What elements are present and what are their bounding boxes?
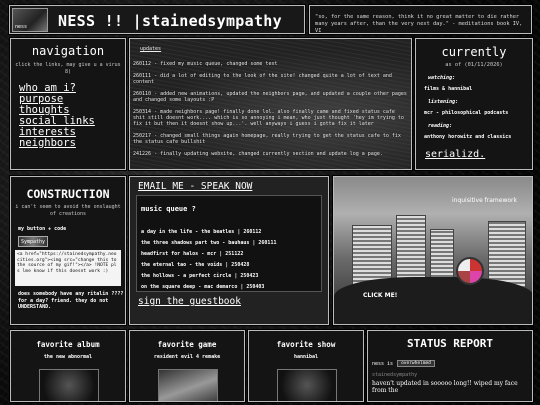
email-link[interactable]: EMAIL ME - SPEAK NOW <box>138 181 328 192</box>
watching-label: watching: <box>428 75 456 81</box>
site-button-text: Sympathy <box>20 238 46 245</box>
ground-shape <box>334 277 532 324</box>
music-queue-title: music queue ? <box>141 205 196 213</box>
listening-label: listening: <box>428 99 459 105</box>
music-queue-item: headfirst for halos - mcr | 251122 <box>141 251 244 257</box>
construction-note: does somebody have any ritalin ???? for … <box>18 291 124 310</box>
watching-value: films & hannibal <box>424 86 473 92</box>
currently-panel: currently as of (01/11/2026) watching: f… <box>414 37 534 171</box>
updates-log: 260112 - fixed my music queue, changed s… <box>133 61 407 163</box>
favorite-show-name: hannibal <box>293 354 319 360</box>
update-entry: 241226 - finally updating website, chang… <box>133 151 383 157</box>
click-me-label[interactable]: CLICK ME! <box>363 292 397 299</box>
update-entry: 250217 - changed small things again home… <box>133 133 401 145</box>
favorite-show-panel: favorite show hannibal <box>247 329 365 403</box>
game-cover-image <box>158 369 218 401</box>
button-code-textarea[interactable]: <a href="https://stainedsympathy.neociti… <box>15 250 121 286</box>
update-entry: 260111 - did a lot of editing to the loo… <box>133 73 392 85</box>
music-queue-item: the three shadows part two - bauhaus | 2… <box>141 240 277 246</box>
status-row: ness is overwhelmed <box>372 360 532 367</box>
construction-panel: CONSTRUCTION i can't seem to avoid the o… <box>9 175 127 326</box>
status-report-title: STATUS REPORT <box>406 337 494 350</box>
serializd-link[interactable]: serializd. <box>425 149 532 160</box>
quote-box: "so, for the same reason, think it no gr… <box>308 4 533 35</box>
favorite-game-title: favorite game <box>157 340 217 349</box>
music-queue-item: a day in the life - the beatles | 260112 <box>141 229 262 235</box>
updates-panel[interactable]: updates 260112 - fixed my music queue, c… <box>128 37 413 171</box>
listening-value: mcr - philosophical podcasts <box>424 110 509 116</box>
building-shape <box>430 229 454 284</box>
currently-title: currently <box>441 45 507 59</box>
nav-link-neighbors[interactable]: neighbors <box>19 138 125 149</box>
favorite-album-panel: favorite album the new abnormal <box>9 329 127 403</box>
reading-label: reading: <box>428 123 453 129</box>
floating-badge-icon <box>456 257 484 285</box>
image-caption: inquisitive framework <box>451 197 517 204</box>
music-queue-box[interactable]: music queue ? a day in the life - the be… <box>136 195 322 292</box>
site-button-image[interactable]: Sympathy <box>18 236 48 247</box>
status-handle[interactable]: stainedsympathy <box>372 372 532 378</box>
update-entry: 260110 - added new animations, updated t… <box>133 91 407 103</box>
header-thumbnail-label: ness <box>15 24 28 30</box>
inquisitive-framework-image[interactable]: inquisitive framework CLICK ME! <box>332 175 534 326</box>
header-thumbnail-image: ness <box>12 8 48 32</box>
music-queue-item: on the square deep - mac demarco | 25040… <box>141 284 265 290</box>
music-queue-item: the hollows - a perfect circle | 250423 <box>141 273 259 279</box>
button-code-label: my button + code <box>18 226 67 232</box>
reading-value: anthony horowitz and classics <box>424 134 512 140</box>
navigation-links: who am i? purpose thoughts social links … <box>19 83 125 149</box>
navigation-subtitle: click the links, may give u a virus 8) <box>15 62 121 75</box>
status-prefix: ness is <box>372 360 394 367</box>
favorite-game-panel: favorite game resident evil 4 remake <box>128 329 246 403</box>
album-cover-image <box>39 369 99 401</box>
currently-date: as of (01/11/2026) <box>445 62 503 68</box>
music-queue-list: a day in the life - the beatles | 260112… <box>141 227 321 293</box>
status-message: haven't updated in sooooo long!! wiped m… <box>372 380 518 394</box>
status-report-panel: STATUS REPORT ness is overwhelmed staine… <box>366 329 534 403</box>
construction-title: CONSTRUCTION <box>26 187 110 201</box>
navigation-title: navigation <box>31 44 105 58</box>
guestbook-link[interactable]: sign the guestbook <box>138 296 241 307</box>
favorite-album-name: the new abnormal <box>43 354 93 360</box>
favorite-game-name: resident evil 4 remake <box>153 354 221 360</box>
quote-text: "so, for the same reason, think it no gr… <box>315 14 523 34</box>
music-panel: EMAIL ME - SPEAK NOW music queue ? a day… <box>128 175 330 326</box>
site-header: ness NESS !! |stainedsympathy <box>8 4 306 35</box>
construction-subtitle: i can't seem to avoid the onslaught of c… <box>15 204 121 217</box>
site-title: NESS !! |stainedsympathy <box>58 12 282 30</box>
status-mood-badge: overwhelmed <box>397 360 435 367</box>
navigation-panel: navigation click the links, may give u a… <box>9 37 127 171</box>
music-queue-item: the eternal tao - the voids | 250428 <box>141 262 250 268</box>
building-shape <box>352 225 392 285</box>
update-entry: 250314 - made neighbors page! finally do… <box>133 109 404 127</box>
show-cover-image <box>277 369 337 401</box>
update-entry: 260112 - fixed my music queue, changed s… <box>133 61 278 67</box>
favorite-album-title: favorite album <box>36 340 100 349</box>
favorite-show-title: favorite show <box>276 340 336 349</box>
updates-title: updates <box>140 46 162 52</box>
